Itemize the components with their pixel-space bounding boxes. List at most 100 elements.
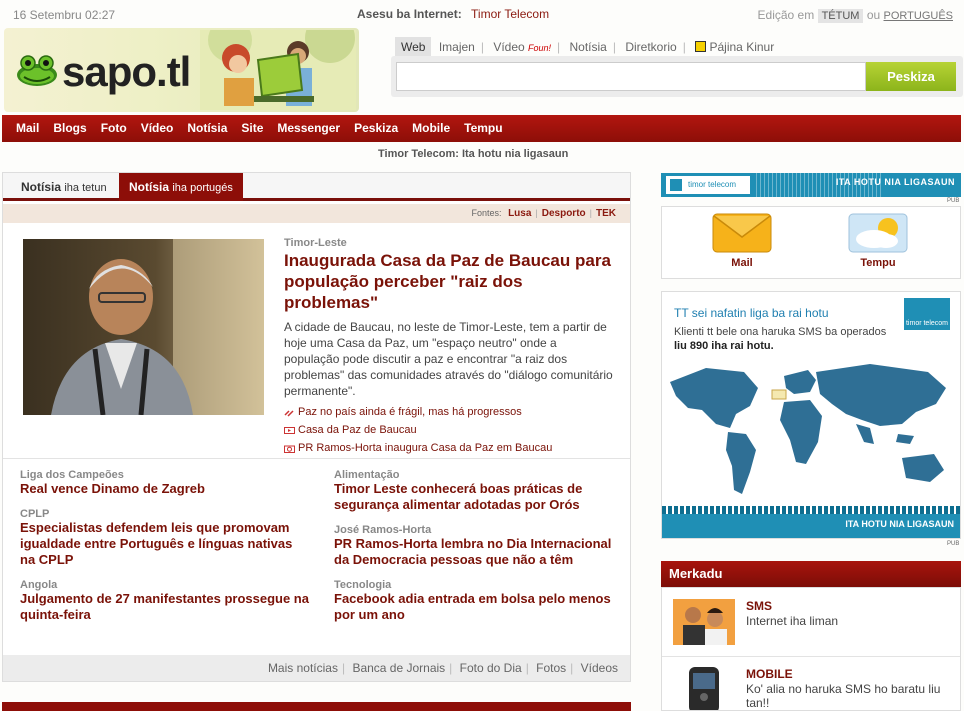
news-item-kicker[interactable]: Tecnologia [334, 579, 624, 591]
news-item-headline[interactable]: Facebook adia entrada em bolsa pelo meno… [334, 591, 624, 623]
edition-portugues-link[interactable]: PORTUGUÊS [884, 10, 953, 22]
ad-box-footer: ITA HOTU NIA LIGASAUN [662, 506, 960, 538]
footer-link-mais-noticias[interactable]: Mais notícias [268, 661, 338, 675]
search-tab-diretkorio[interactable]: Diretkorio [621, 38, 680, 56]
main-story: Timor-Leste Inaugurada Casa da Paz de Ba… [284, 237, 614, 456]
yellow-pages-icon [695, 41, 707, 52]
news-item-kicker[interactable]: Alimentação [334, 469, 624, 481]
edition-current: TÉTUM [817, 9, 864, 23]
world-map-icon [670, 364, 946, 494]
ad-banner-top[interactable]: timor telecom ITA HOTU NIA LIGASAUN [661, 173, 961, 197]
logo-banner[interactable]: sapo.tl [4, 28, 359, 112]
ad-banner-text: ITA HOTU NIA LIGASAUN [835, 177, 955, 187]
ad-box-line2: liu 890 iha rai hotu. [674, 340, 774, 352]
footer-link-foto-dia[interactable]: Foto do Dia [460, 661, 522, 675]
pub-label: PUB [947, 198, 960, 204]
frog-logo-icon [17, 55, 57, 86]
service-mail[interactable]: Mail [711, 213, 773, 269]
main-story-headline[interactable]: Inaugurada Casa da Paz de Baucau para po… [284, 250, 614, 313]
nav-site[interactable]: Site [241, 115, 263, 142]
news-item: Tecnologia Facebook adia entrada em bols… [334, 579, 624, 623]
ad-box-line1: Klienti tt bele ona haruka SMS ba operad… [674, 326, 887, 338]
news-item-kicker[interactable]: Liga dos Campeões [20, 469, 310, 481]
edition-switcher: Edição em TÉTUM ou PORTUGUÊS [757, 8, 953, 23]
current-date: 16 Setembru 02:27 [13, 8, 116, 22]
source-lusa[interactable]: Lusa [504, 208, 535, 219]
footer-link-fotos[interactable]: Fotos [536, 661, 566, 675]
news-item-kicker[interactable]: José Ramos-Horta [334, 524, 624, 536]
tab-notisia-portuges-sub: iha portugés [172, 182, 233, 194]
news-divider [3, 458, 630, 459]
tab-notisia-portuges[interactable]: Notísia iha portugés [119, 173, 243, 201]
internet-access: Asesu ba Internet: Timor Telecom [357, 7, 549, 21]
nav-blogs[interactable]: Blogs [53, 115, 86, 142]
search-tab-notisia[interactable]: Notísia [566, 38, 611, 56]
footer-link-banca-jornais[interactable]: Banca de Jornais [352, 661, 445, 675]
nav-foto[interactable]: Foto [101, 115, 127, 142]
news-item: Liga dos Campeões Real vence Dinamo de Z… [20, 469, 310, 497]
nav-mail[interactable]: Mail [16, 115, 39, 142]
nav-video[interactable]: Vídeo [141, 115, 174, 142]
ad-footer-text: ITA HOTU NIA LIGASAUN [845, 519, 954, 529]
service-tempu[interactable]: Tempu [847, 213, 909, 269]
related-link[interactable]: Casa da Paz de Baucau [284, 423, 614, 438]
search-tab-web[interactable]: Web [395, 37, 432, 57]
news-item-kicker[interactable]: CPLP [20, 508, 310, 520]
related-link[interactable]: Paz no país ainda é frágil, mas há progr… [284, 405, 614, 420]
news-item-headline[interactable]: Timor Leste conhecerá boas práticas de s… [334, 481, 624, 513]
news-item-headline[interactable]: Real vence Dinamo de Zagreb [20, 481, 310, 497]
sources-label: Fontes: [471, 208, 502, 218]
news-item: Angola Julgamento de 27 manifestantes pr… [20, 579, 310, 623]
ad-box-text: Klienti tt bele ona haruka SMS ba operad… [674, 325, 886, 353]
market-item-title: SMS [746, 599, 773, 613]
nav-messenger[interactable]: Messenger [277, 115, 340, 142]
source-tek[interactable]: TEK [592, 208, 620, 219]
services-box: Mail Tempu [661, 206, 961, 279]
main-story-photo[interactable] [23, 239, 264, 415]
market-divider [662, 656, 960, 657]
search-button[interactable]: Peskiza [866, 62, 956, 91]
kids-illustration-icon [200, 30, 356, 110]
search-tab-pajina-kinur[interactable]: Pájina Kinur [691, 38, 778, 56]
tab-notisia-tetun[interactable]: Notísia iha tetun [11, 173, 117, 201]
access-label: Asesu ba Internet: [357, 7, 462, 21]
search-tab-imajen[interactable]: Imajen [435, 38, 479, 56]
camera-icon [284, 445, 295, 453]
search-input[interactable] [396, 62, 866, 91]
edition-or: ou [866, 8, 881, 22]
access-provider-link[interactable]: Timor Telecom [471, 7, 549, 21]
top-strip: 16 Setembru 02:27 Asesu ba Internet: Tim… [0, 0, 964, 28]
news-item-headline[interactable]: Especialistas defendem leis que promovam… [20, 520, 310, 568]
tab-notisia-tetun-main: Notísia [21, 180, 62, 194]
main-story-kicker[interactable]: Timor-Leste [284, 237, 614, 249]
logo-text: sapo.tl [62, 48, 191, 95]
news-column-left: Liga dos Campeões Real vence Dinamo de Z… [20, 469, 310, 634]
market-item-title: MOBILE [746, 667, 793, 681]
nav-tempu[interactable]: Tempu [464, 115, 502, 142]
new-badge: Foun! [528, 43, 552, 53]
main-nav: Mail Blogs Foto Vídeo Notísia Site Messe… [2, 115, 961, 142]
news-item-kicker[interactable]: Angola [20, 579, 310, 591]
video-icon [284, 426, 295, 434]
related-link[interactable]: PR Ramos-Horta inaugura Casa da Paz em B… [284, 441, 614, 456]
news-column-right: Alimentação Timor Leste conhecerá boas p… [334, 469, 624, 634]
search-tab-video[interactable]: Vídeo Foun! [489, 38, 555, 56]
news-item-headline[interactable]: PR Ramos-Horta lembra no Dia Internacion… [334, 536, 624, 568]
nav-peskiza[interactable]: Peskiza [354, 115, 398, 142]
nav-mobile[interactable]: Mobile [412, 115, 450, 142]
news-item: CPLP Especialistas defendem leis que pro… [20, 508, 310, 568]
mail-icon [712, 213, 772, 253]
footer-link-videos[interactable]: Vídeos [581, 661, 618, 675]
edition-label: Edição em [757, 8, 815, 22]
ticker-link[interactable]: Timor Telecom: Ita hotu nia ligasaun [378, 148, 568, 160]
nav-notisia[interactable]: Notísia [187, 115, 227, 142]
ad-box-map[interactable]: TT sei nafatin liga ba rai hotu Klienti … [661, 291, 961, 539]
source-desporto[interactable]: Desporto [538, 208, 590, 219]
next-section-bar [2, 702, 631, 711]
search-tab-pajina-kinur-label: Pájina Kinur [709, 40, 775, 54]
news-footer: Mais notícias | Banca de Jornais | Foto do… [3, 655, 630, 681]
news-item-headline[interactable]: Julgamento de 27 manifestantes prossegue… [20, 591, 310, 623]
news-tabs: Notísia iha tetun Notísia iha portugés [3, 173, 630, 201]
news-item: José Ramos-Horta PR Ramos-Horta lembra n… [334, 524, 624, 568]
tab-notisia-tetun-sub: iha tetun [64, 182, 107, 194]
